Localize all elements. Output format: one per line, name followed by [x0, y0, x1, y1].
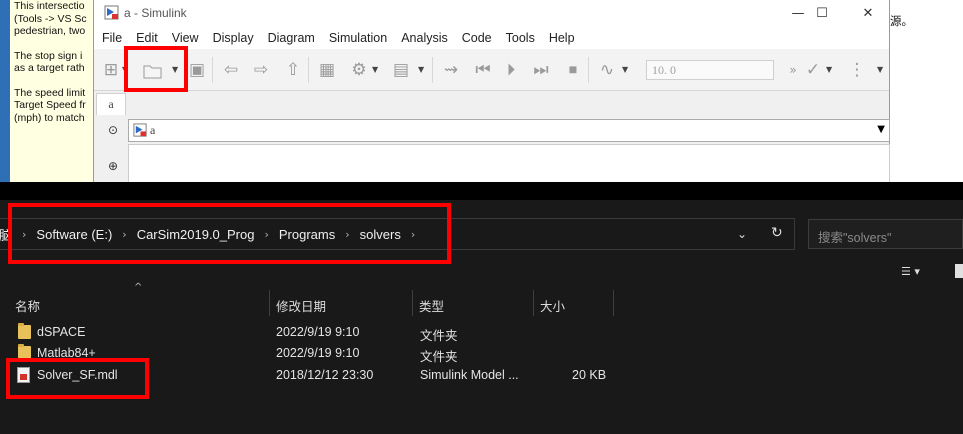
back-icon[interactable]: ⇦: [220, 59, 242, 81]
refresh-icon[interactable]: ↻: [771, 225, 783, 241]
new-model-icon[interactable]: ⊞: [100, 59, 122, 81]
file-type: 文件夹: [420, 329, 458, 343]
address-text: a: [150, 123, 156, 137]
address-bar[interactable]: a ▼: [128, 119, 890, 142]
up-icon[interactable]: ⇧: [282, 59, 304, 81]
toolbar: ⊞ ▼ ▼ ▣ ⇦ ⇨ ⇧ ▦ ⚙ ▼ ▤ ▼ ⇝ ⏮ ⏵ ⏭ ⏹ ∿ ▼ 10…: [94, 49, 889, 91]
model-tab[interactable]: a: [96, 93, 126, 115]
search-input[interactable]: 搜索"solvers": [808, 219, 963, 249]
save-icon[interactable]: ▣: [186, 59, 208, 81]
menu-code[interactable]: Code: [462, 31, 492, 45]
highlight-box-file: [6, 358, 149, 399]
toolbar-divider: [212, 57, 213, 83]
column-date[interactable]: 修改日期: [276, 292, 326, 316]
note-paragraph-2: The stop sign i as a target rath: [14, 49, 85, 75]
menu-simulation[interactable]: Simulation: [329, 31, 387, 45]
details-pane-icon[interactable]: [955, 264, 963, 278]
model-icon: [133, 123, 147, 137]
scope-icon[interactable]: ∿: [596, 59, 618, 81]
background-text: 源。: [890, 14, 913, 28]
build-icon[interactable]: ⋮: [846, 59, 868, 81]
column-type[interactable]: 类型: [419, 292, 444, 316]
highlight-box-open: [124, 46, 188, 92]
step-forward-icon[interactable]: ⏭: [530, 59, 552, 81]
build-dropdown-icon[interactable]: ▼: [877, 65, 883, 74]
note-paragraph-1: This intersectio (Tools -> VS Sc pedestr…: [14, 0, 87, 37]
menu-edit[interactable]: Edit: [136, 31, 158, 45]
scope-dropdown-icon[interactable]: ▼: [622, 65, 628, 74]
hide-browser-icon[interactable]: ⊙: [104, 121, 122, 139]
note-panel: This intersectio (Tools -> VS Sc pedestr…: [0, 0, 98, 182]
menu-file[interactable]: File: [102, 31, 122, 45]
file-row[interactable]: dSPACE 2022/9/19 9:10 文件夹: [0, 322, 963, 343]
screenshot-root: This intersectio (Tools -> VS Sc pedestr…: [0, 0, 963, 434]
file-size: 20 KB: [572, 368, 607, 382]
model-explorer-icon[interactable]: ▤: [390, 59, 412, 81]
explorer-top-strip: [0, 182, 963, 200]
model-canvas[interactable]: [128, 144, 890, 182]
settings-gear-icon[interactable]: ⚙: [348, 59, 370, 81]
toolbar-divider: [588, 57, 589, 83]
more-icon[interactable]: »: [782, 59, 804, 81]
stop-icon[interactable]: ⏹: [562, 59, 584, 81]
history-dropdown-icon[interactable]: ⌄: [737, 227, 747, 241]
view-options-icon[interactable]: ☰ ▾: [901, 265, 920, 278]
check-dropdown-icon[interactable]: ▼: [826, 65, 832, 74]
column-divider[interactable]: [412, 290, 413, 316]
file-date: 2022/9/19 9:10: [276, 346, 360, 360]
sort-chevron-icon: ^: [134, 282, 143, 293]
menu-help[interactable]: Help: [549, 31, 575, 45]
maximize-button[interactable]: ☐: [799, 0, 845, 27]
address-dropdown-icon[interactable]: ▼: [877, 124, 885, 135]
signal-icon[interactable]: ⇝: [440, 59, 462, 81]
menu-tools[interactable]: Tools: [506, 31, 535, 45]
highlight-box-path: [8, 203, 451, 264]
toolbar-divider: [432, 57, 433, 83]
settings-dropdown-icon[interactable]: ▼: [372, 65, 378, 74]
file-name: dSPACE: [37, 325, 86, 339]
menu-view[interactable]: View: [172, 31, 199, 45]
library-browser-icon[interactable]: ▦: [316, 59, 338, 81]
check-icon[interactable]: ✓: [802, 59, 824, 81]
window-title: a - Simulink: [124, 6, 187, 20]
folder-icon: [18, 323, 31, 339]
panel-strip: [0, 0, 10, 182]
column-divider[interactable]: [613, 290, 614, 316]
close-button[interactable]: ✕: [845, 0, 891, 27]
explorer-dropdown-icon[interactable]: ▼: [418, 65, 424, 74]
title-bar: a - Simulink — ☐ ✕: [94, 0, 889, 27]
file-date: 2018/12/12 23:30: [276, 368, 374, 382]
toolbar-divider: [308, 57, 309, 83]
file-date: 2022/9/19 9:10: [276, 325, 360, 339]
file-type: Simulink Model ...: [420, 368, 519, 382]
forward-icon[interactable]: ⇨: [250, 59, 272, 81]
simulink-window: a - Simulink — ☐ ✕ File Edit View Displa…: [93, 0, 890, 182]
column-size[interactable]: 大小: [540, 292, 565, 316]
column-divider[interactable]: [533, 290, 534, 316]
file-type: 文件夹: [420, 350, 458, 364]
column-name[interactable]: 名称: [15, 292, 40, 316]
editor-area: a ⊙ ⊕ a ▼: [94, 91, 890, 182]
menu-bar: File Edit View Display Diagram Simulatio…: [94, 27, 889, 49]
stop-time-field[interactable]: [646, 60, 774, 80]
run-icon[interactable]: ⏵: [500, 59, 522, 81]
menu-analysis[interactable]: Analysis: [401, 31, 448, 45]
note-paragraph-3: The speed limit Target Speed fr (mph) to…: [14, 86, 86, 124]
menu-diagram[interactable]: Diagram: [268, 31, 315, 45]
column-divider[interactable]: [269, 290, 270, 316]
step-back-icon[interactable]: ⏮: [472, 59, 494, 81]
simulink-logo-icon: [104, 5, 119, 20]
zoom-icon[interactable]: ⊕: [104, 157, 122, 175]
menu-display[interactable]: Display: [213, 31, 254, 45]
